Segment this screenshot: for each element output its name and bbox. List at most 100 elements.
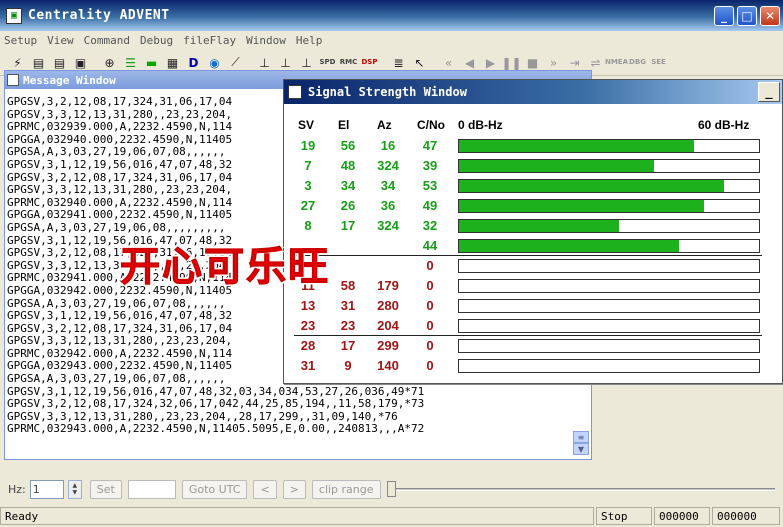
cell-cno: 0 [426,298,434,313]
cell-cno: 0 [426,318,434,333]
cell-az: 324 [377,218,399,233]
hz-stepper[interactable]: ▲ ▼ [67,479,82,499]
cell-el: 34 [340,178,356,193]
status-count-2: 000000 [712,507,780,525]
signal-bar [458,279,760,293]
header-cno: C/No [417,118,445,132]
menu-window[interactable]: Window [246,34,286,47]
cell-cno: 0 [426,338,434,353]
prev-button[interactable]: < [253,479,277,499]
header-sv: SV [298,118,315,132]
satellite-row: 28 17 299 0 [284,336,783,356]
cell-cno: 0 [426,258,434,273]
menu-bar: Setup View Command Debug fileFlay Window… [0,31,783,50]
signal-table: SV El Az C/No 0 dB-Hz 60 dB-Hz 19 56 16 47 7… [284,104,783,385]
signal-bar [458,299,760,313]
slider-thumb[interactable] [386,480,396,497]
cell-sv: 13 [300,298,316,313]
menu-command[interactable]: Command [84,34,130,47]
satellite-row: 8 17 324 32 [284,216,783,236]
cell-el: 9 [344,358,352,373]
message-window-title: Message Window [23,73,116,87]
dbg-icon[interactable]: DBG [628,53,647,72]
cell-sv: 27 [300,198,316,213]
signal-bar [458,199,760,213]
cell-az: 299 [377,338,399,353]
nmea-icon[interactable]: NMEA [605,53,628,72]
minimize-button[interactable]: _ [714,5,734,26]
menu-fileflay[interactable]: fileFlay [183,34,236,47]
signal-window-minimize-button[interactable]: _ [758,82,780,102]
log-line: GPRMC,032943.000,A,2232.4590,N,11405.509… [7,422,425,436]
status-state: Stop [596,507,652,525]
signal-window-titlebar: Signal Strength Window _ [284,80,782,104]
cell-cno: 47 [422,138,438,153]
header-az: Az [377,118,392,132]
set-button[interactable]: Set [89,479,122,499]
cell-az: 34 [380,178,396,193]
divider-2 [294,335,762,336]
cell-el: 17 [340,338,356,353]
cell-az: 324 [377,158,399,173]
watermark-text: 开心可乐旺 [120,244,330,291]
cell-az: 140 [377,358,399,373]
cell-sv: 31 [300,358,316,373]
close-button[interactable]: ✕ [760,5,780,26]
cell-az: 280 [377,298,399,313]
cell-az: 16 [380,138,396,153]
maximize-button[interactable]: □ [737,5,757,26]
cell-cno: 53 [422,178,438,193]
cell-cno: 0 [426,358,434,373]
cell-el: 56 [340,138,356,153]
window-icon [7,74,19,86]
cell-el: 58 [340,278,356,293]
slider-track [390,487,775,491]
cell-el: 23 [340,318,356,333]
menu-view[interactable]: View [47,34,74,47]
goto-utc-button[interactable]: Goto UTC [181,479,248,499]
cell-el: 26 [340,198,356,213]
playback-slider[interactable] [386,480,775,499]
cell-sv: 3 [304,178,312,193]
header-scale-min: 0 dB-Hz [458,118,503,132]
app-icon: ▣ [6,7,22,24]
scroll-down-button[interactable]: ▼ [573,443,589,455]
message-scrollbar[interactable]: ≡ ▼ [573,431,589,459]
cell-cno: 32 [422,218,438,233]
control-bar: Hz: 1 ▲ ▼ Set Goto UTC < > clip range [0,476,783,502]
hz-input[interactable]: 1 [29,479,64,499]
cell-cno: 39 [422,158,438,173]
signal-bar-fill [459,220,619,232]
menu-setup[interactable]: Setup [4,34,37,47]
signal-bar [458,239,760,253]
signal-bar [458,219,760,233]
cell-el: 17 [340,218,356,233]
menu-debug[interactable]: Debug [140,34,173,47]
app-titlebar: ▣ Centrality ADVENT _ □ ✕ [0,0,783,31]
header-scale-max: 60 dB-Hz [698,118,750,132]
cell-az: 36 [380,198,396,213]
satellite-row: 11 58 179 0 [284,276,783,296]
cell-sv: 19 [300,138,316,153]
satellite-row: 44 [284,236,783,256]
signal-bar [458,339,760,353]
signal-bar-fill [459,240,679,252]
next-button[interactable]: > [282,479,306,499]
signal-bar [458,159,760,173]
menu-help[interactable]: Help [296,34,323,47]
see-icon[interactable]: SEE [649,53,668,72]
status-count-1: 000000 [654,507,710,525]
cell-el: 31 [340,298,356,313]
signal-bar-fill [459,140,694,152]
scroll-thumb[interactable]: ≡ [573,431,589,443]
clip-range-button[interactable]: clip range [311,479,381,499]
signal-bar [458,319,760,333]
cell-el: 48 [340,158,356,173]
cell-cno: 49 [422,198,438,213]
cell-az: 179 [377,278,399,293]
utc-input[interactable] [127,479,176,499]
cell-sv: 7 [304,158,312,173]
log-line: GPGSV,3,2,12,08,17,324,32,06,17,042,44,2… [7,397,425,411]
signal-strength-window: Signal Strength Window _ SV El Az C/No 0… [283,79,783,384]
window-icon [288,85,302,99]
